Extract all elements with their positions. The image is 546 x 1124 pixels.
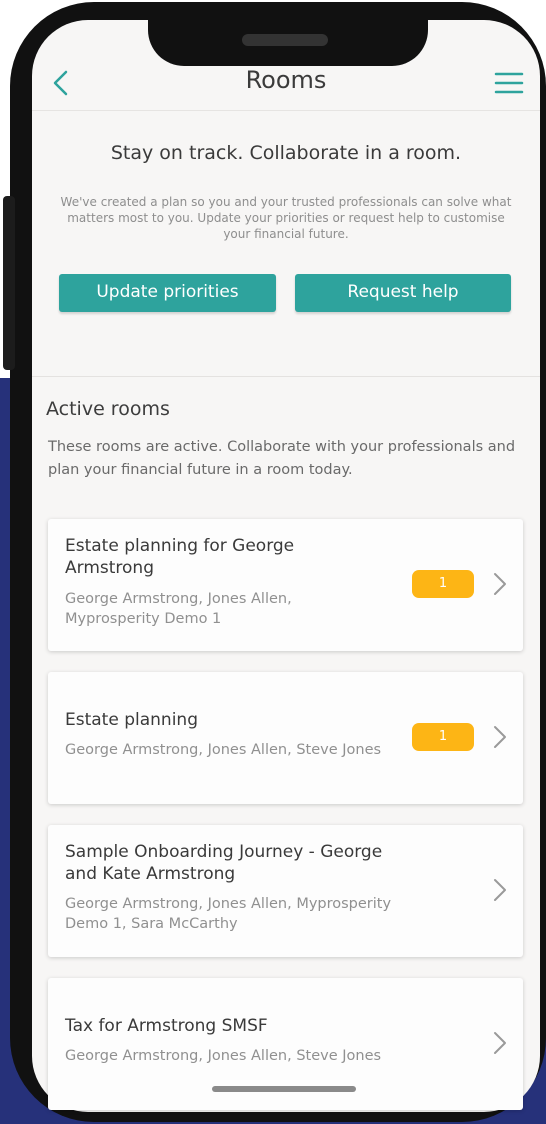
room-title: Estate planning xyxy=(65,710,198,730)
room-title: Tax for Armstrong SMSF xyxy=(65,1016,268,1036)
room-card[interactable]: Sample Onboarding Journey - George and K… xyxy=(48,825,523,957)
chevron-right-icon xyxy=(494,1032,506,1054)
page-title: Rooms xyxy=(245,66,327,94)
phone-side-button xyxy=(3,196,15,370)
active-rooms-description: These rooms are active. Collaborate with… xyxy=(48,439,516,478)
chevron-right-icon xyxy=(494,573,506,595)
chevron-right-icon xyxy=(494,726,506,748)
intro-description: We've created a plan so you and your tru… xyxy=(60,195,512,241)
active-rooms-heading: Active rooms xyxy=(46,398,170,420)
update-priorities-button[interactable]: Update priorities xyxy=(59,274,276,312)
request-help-button[interactable]: Request help xyxy=(295,274,511,312)
room-members: George Armstrong, Jones Allen, Myprosper… xyxy=(65,591,292,627)
intro-heading: Stay on track. Collaborate in a room. xyxy=(110,142,462,164)
room-members: George Armstrong, Jones Allen, Steve Jon… xyxy=(65,1048,382,1064)
notification-badge: 1 xyxy=(412,723,474,751)
room-title: Estate planning for George Armstrong xyxy=(65,536,295,578)
room-members: George Armstrong, Jones Allen, Steve Jon… xyxy=(65,742,382,758)
navigation-bar: Rooms xyxy=(32,60,540,111)
section-divider xyxy=(32,376,540,377)
notification-badge: 1 xyxy=(412,570,474,598)
room-card[interactable]: Estate planning for George Armstrong Geo… xyxy=(48,519,523,651)
phone-speaker xyxy=(242,34,328,46)
chevron-right-icon xyxy=(494,879,506,901)
room-title: Sample Onboarding Journey - George and K… xyxy=(65,842,383,884)
hamburger-menu-icon[interactable] xyxy=(492,68,526,98)
home-indicator xyxy=(212,1086,356,1092)
room-card[interactable]: Estate planning George Armstrong, Jones … xyxy=(48,672,523,804)
room-members: George Armstrong, Jones Allen, Myprosper… xyxy=(65,896,392,932)
